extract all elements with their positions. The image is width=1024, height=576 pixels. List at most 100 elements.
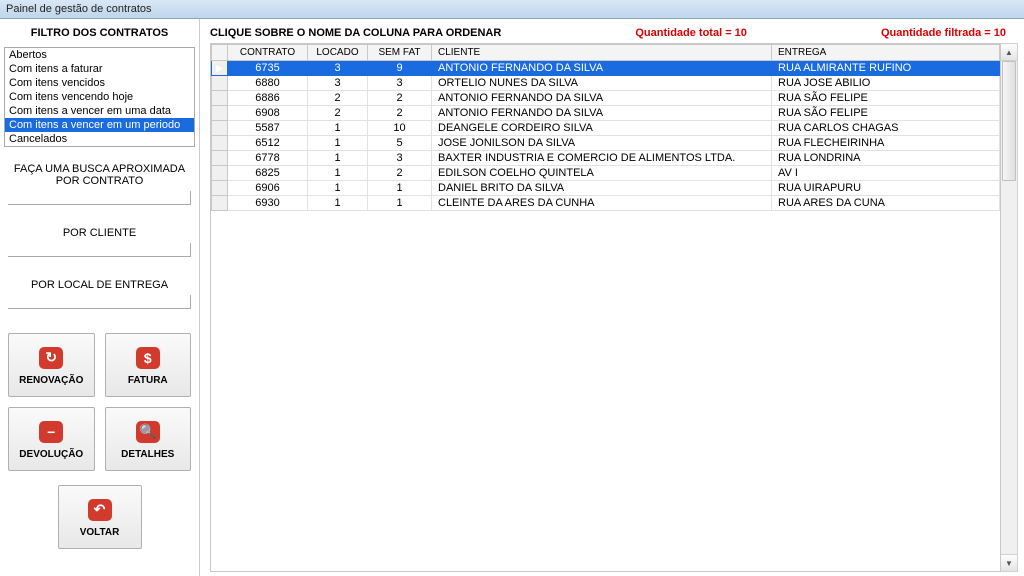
col-semfat[interactable]: SEM FAT [368, 45, 432, 61]
cell-semfat: 2 [368, 106, 432, 121]
col-entrega[interactable]: ENTREGA [772, 45, 1000, 61]
renovacao-label: RENOVAÇÃO [19, 375, 83, 386]
row-marker [212, 121, 228, 136]
cell-cliente: BAXTER INDUSTRIA E COMERCIO DE ALIMENTOS… [432, 151, 772, 166]
cell-contrato: 6886 [228, 91, 308, 106]
search-contrato-input[interactable] [8, 191, 191, 205]
row-marker [212, 106, 228, 121]
table-row[interactable]: 690611DANIEL BRITO DA SILVARUA UIRAPURU [212, 181, 1000, 196]
cell-locado: 2 [308, 106, 368, 121]
cell-semfat: 3 [368, 151, 432, 166]
search-cliente-label: POR CLIENTE [4, 225, 195, 241]
voltar-label: VOLTAR [80, 527, 120, 538]
cell-semfat: 2 [368, 91, 432, 106]
row-marker [212, 91, 228, 106]
search-cliente-input[interactable] [8, 243, 191, 257]
cell-contrato: 6512 [228, 136, 308, 151]
cell-entrega: RUA SÃO FELIPE [772, 106, 1000, 121]
cell-cliente: DANIEL BRITO DA SILVA [432, 181, 772, 196]
cell-entrega: RUA JOSE ABILIO [772, 76, 1000, 91]
main-panel: CLIQUE SOBRE O NOME DA COLUNA PARA ORDEN… [200, 19, 1024, 576]
cell-locado: 3 [308, 76, 368, 91]
devolucao-label: DEVOLUÇÃO [19, 449, 83, 460]
search-entrega-input[interactable] [8, 295, 191, 309]
cell-contrato: 5587 [228, 121, 308, 136]
detalhes-button[interactable]: 🔍 DETALHES [105, 407, 192, 471]
order-hint: CLIQUE SOBRE O NOME DA COLUNA PARA ORDEN… [210, 27, 501, 39]
table-row[interactable]: 682512EDILSON COELHO QUINTELAAV I [212, 166, 1000, 181]
cell-locado: 1 [308, 136, 368, 151]
cell-cliente: ORTELIO NUNES DA SILVA [432, 76, 772, 91]
filtro-item[interactable]: Abertos [5, 48, 194, 62]
row-marker [212, 76, 228, 91]
cell-semfat: 10 [368, 121, 432, 136]
col-locado[interactable]: LOCADO [308, 45, 368, 61]
table-row[interactable]: 688622ANTONIO FERNANDO DA SILVARUA SÃO F… [212, 91, 1000, 106]
cell-semfat: 5 [368, 136, 432, 151]
details-icon: 🔍 [136, 421, 160, 443]
cell-cliente: DEANGELE CORDEIRO SILVA [432, 121, 772, 136]
cell-semfat: 3 [368, 76, 432, 91]
col-contrato[interactable]: CONTRATO [228, 45, 308, 61]
filtro-item[interactable]: Cancelados [5, 132, 194, 146]
table-row[interactable]: 688033ORTELIO NUNES DA SILVARUA JOSE ABI… [212, 76, 1000, 91]
devolucao-button[interactable]: − DEVOLUÇÃO [8, 407, 95, 471]
col-cliente[interactable]: CLIENTE [432, 45, 772, 61]
table-row[interactable]: ▶673539ANTONIO FERNANDO DA SILVARUA ALMI… [212, 61, 1000, 76]
filtro-title: FILTRO DOS CONTRATOS [4, 23, 195, 43]
cell-semfat: 1 [368, 196, 432, 211]
cell-entrega: RUA ARES DA CUNA [772, 196, 1000, 211]
detalhes-label: DETALHES [121, 449, 174, 460]
scroll-track[interactable] [1001, 61, 1017, 554]
table-row[interactable]: 690822ANTONIO FERNANDO DA SILVARUA SÃO F… [212, 106, 1000, 121]
vertical-scrollbar[interactable]: ▲ ▼ [1001, 43, 1018, 572]
cell-locado: 2 [308, 91, 368, 106]
cell-entrega: RUA SÃO FELIPE [772, 91, 1000, 106]
cell-contrato: 6735 [228, 61, 308, 76]
cell-contrato: 6906 [228, 181, 308, 196]
table-row[interactable]: 5587110DEANGELE CORDEIRO SILVARUA CARLOS… [212, 121, 1000, 136]
cell-locado: 1 [308, 151, 368, 166]
table-row[interactable]: 693011CLEINTE DA ARES DA CUNHARUA ARES D… [212, 196, 1000, 211]
cell-semfat: 1 [368, 181, 432, 196]
voltar-button[interactable]: ↶ VOLTAR [58, 485, 142, 549]
cell-locado: 1 [308, 121, 368, 136]
filtro-list[interactable]: AbertosCom itens a faturarCom itens venc… [4, 47, 195, 147]
qty-total: Quantidade total = 10 [635, 27, 747, 39]
filtro-item[interactable]: Com itens a vencer em um periodo [5, 118, 194, 132]
scroll-down-button[interactable]: ▼ [1001, 554, 1017, 571]
cell-contrato: 6930 [228, 196, 308, 211]
cell-entrega: RUA ALMIRANTE RUFINO [772, 61, 1000, 76]
cell-entrega: RUA LONDRINA [772, 151, 1000, 166]
fatura-button[interactable]: $ FATURA [105, 333, 192, 397]
cell-locado: 1 [308, 181, 368, 196]
sidebar: FILTRO DOS CONTRATOS AbertosCom itens a … [0, 19, 200, 576]
filtro-item[interactable]: Com itens vencidos [5, 76, 194, 90]
cell-cliente: JOSE JONILSON DA SILVA [432, 136, 772, 151]
cell-entrega: AV I [772, 166, 1000, 181]
renovacao-button[interactable]: ↻ RENOVAÇÃO [8, 333, 95, 397]
table-row[interactable]: 651215JOSE JONILSON DA SILVARUA FLECHEIR… [212, 136, 1000, 151]
cell-entrega: RUA UIRAPURU [772, 181, 1000, 196]
scroll-up-button[interactable]: ▲ [1001, 44, 1017, 61]
row-marker: ▶ [212, 61, 228, 76]
cell-locado: 3 [308, 61, 368, 76]
row-marker [212, 151, 228, 166]
table-row[interactable]: 677813BAXTER INDUSTRIA E COMERCIO DE ALI… [212, 151, 1000, 166]
filtro-item[interactable]: Com itens vencendo hoje [5, 90, 194, 104]
window-title: Painel de gestão de contratos [0, 0, 1024, 19]
invoice-icon: $ [136, 347, 160, 369]
contracts-table[interactable]: CONTRATO LOCADO SEM FAT CLIENTE ENTREGA … [211, 44, 1000, 211]
cell-locado: 1 [308, 166, 368, 181]
cell-cliente: EDILSON COELHO QUINTELA [432, 166, 772, 181]
cell-cliente: ANTONIO FERNANDO DA SILVA [432, 91, 772, 106]
cell-contrato: 6908 [228, 106, 308, 121]
qty-filtrada: Quantidade filtrada = 10 [881, 27, 1006, 39]
cell-cliente: ANTONIO FERNANDO DA SILVA [432, 106, 772, 121]
filtro-item[interactable]: Com itens a vencer em uma data [5, 104, 194, 118]
row-marker [212, 166, 228, 181]
filtro-item[interactable]: Com itens a faturar [5, 62, 194, 76]
search-contrato-label: FAÇA UMA BUSCA APROXIMADA POR CONTRATO [4, 161, 195, 189]
scroll-thumb[interactable] [1002, 61, 1016, 181]
cell-semfat: 9 [368, 61, 432, 76]
